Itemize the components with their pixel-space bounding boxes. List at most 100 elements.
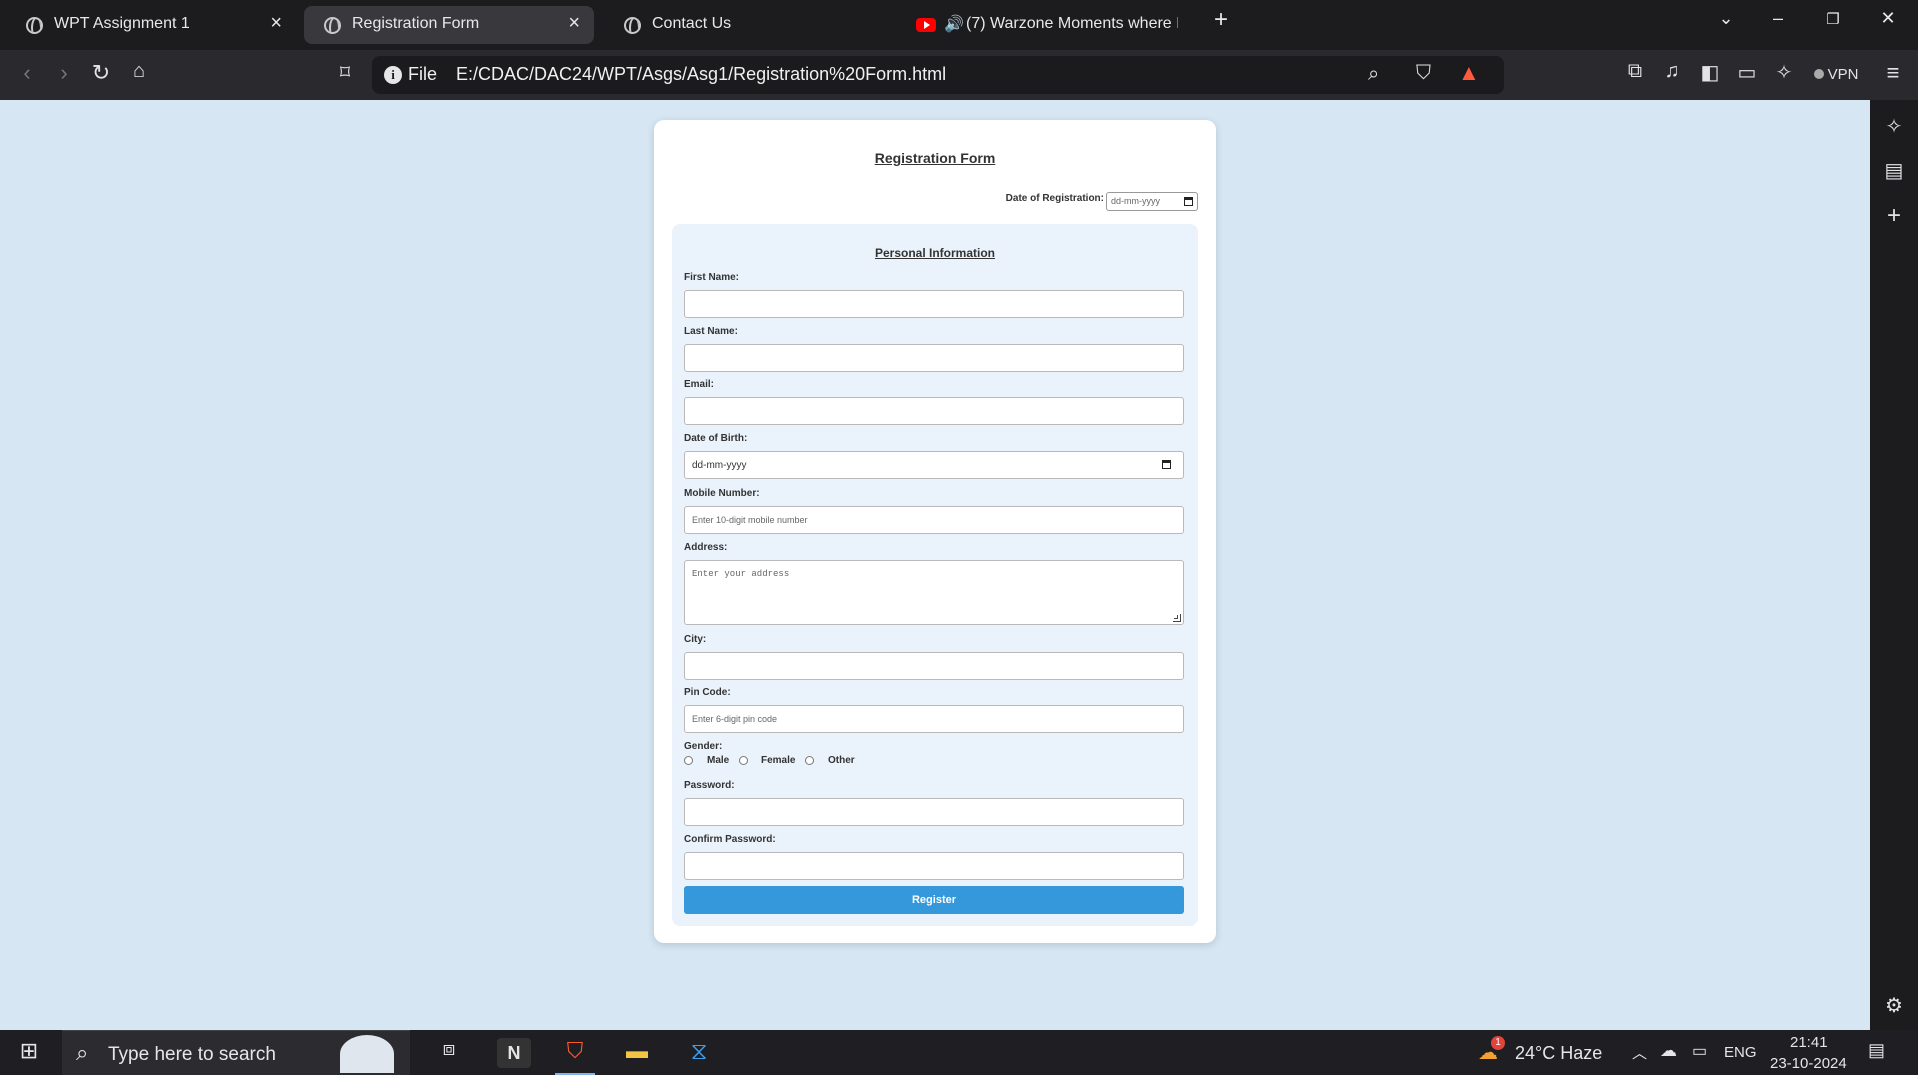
- calendar-icon[interactable]: [1162, 460, 1171, 469]
- minimize-button[interactable]: –: [1763, 8, 1793, 29]
- bookmark-icon[interactable]: ⌑: [330, 60, 360, 85]
- url-scheme-label: File: [408, 64, 438, 84]
- clock-date[interactable]: 23-10-2024: [1770, 1055, 1847, 1072]
- add-sidebar-icon[interactable]: +: [1870, 202, 1918, 230]
- weather-text[interactable]: 24°C Haze: [1515, 1043, 1602, 1064]
- battery-icon[interactable]: ▭: [1692, 1041, 1707, 1061]
- registration-date-placeholder: dd-mm-yyyy: [1111, 196, 1160, 206]
- close-window-button[interactable]: ✕: [1873, 8, 1903, 29]
- globe-icon: [324, 17, 341, 34]
- notion-app-icon[interactable]: N: [497, 1038, 531, 1068]
- vpn-button[interactable]: VPN: [1808, 62, 1864, 88]
- confirm-password-label: Confirm Password:: [684, 834, 776, 845]
- gender-other-label: Other: [828, 755, 855, 766]
- settings-gear-icon[interactable]: ⚙: [1870, 993, 1918, 1018]
- brave-app-icon[interactable]: ⛉: [558, 1038, 592, 1068]
- task-view-icon[interactable]: ⧈: [432, 1038, 466, 1068]
- password-label: Password:: [684, 780, 735, 791]
- gender-male-label: Male: [707, 755, 730, 766]
- youtube-icon: [916, 18, 936, 32]
- windows-taskbar: ⊞ ⌕ Type here to search ⧈ N ⛉ ▬ ⧖ ☁ 1 24…: [0, 1030, 1918, 1075]
- forward-button[interactable]: ›: [49, 60, 79, 86]
- last-name-input[interactable]: [684, 344, 1184, 372]
- email-label: Email:: [684, 379, 715, 390]
- language-indicator[interactable]: ENG: [1724, 1044, 1757, 1061]
- gender-other-radio[interactable]: [805, 756, 814, 765]
- windows-start-icon[interactable]: ⊞: [12, 1038, 46, 1068]
- registration-card: Registration Form Date of Registration: …: [654, 120, 1216, 943]
- clock-time[interactable]: 21:41: [1790, 1034, 1828, 1051]
- url-text[interactable]: E:/CDAC/DAC24/WPT/Asgs/Asg1/Registration…: [456, 64, 946, 85]
- tab-contact-us[interactable]: Contact Us: [604, 6, 894, 44]
- registration-date-input[interactable]: dd-mm-yyyy: [1106, 192, 1198, 211]
- register-button[interactable]: Register: [684, 886, 1184, 914]
- password-input[interactable]: [684, 798, 1184, 826]
- tab-title: (7) Warzone Moments where I c: [966, 15, 1178, 32]
- address-textarea[interactable]: Enter your address: [684, 560, 1184, 625]
- personal-information-section: Personal Information First Name: Last Na…: [672, 224, 1198, 926]
- mobile-label: Mobile Number:: [684, 488, 760, 499]
- onedrive-icon[interactable]: ☁: [1660, 1041, 1677, 1061]
- tab-title: WPT Assignment 1: [54, 15, 190, 32]
- browser-tab-strip: WPT Assignment 1 × Registration Form × C…: [0, 0, 1918, 50]
- home-button[interactable]: ⌂: [124, 60, 154, 83]
- calendar-icon[interactable]: [1184, 197, 1193, 206]
- extensions-icon[interactable]: ⧉: [1620, 60, 1650, 83]
- address-bar[interactable]: i File E:/CDAC/DAC24/WPT/Asgs/Asg1/Regis…: [372, 56, 1504, 94]
- tab-wpt-assignment[interactable]: WPT Assignment 1 ×: [6, 6, 296, 44]
- resize-handle-icon[interactable]: [1173, 614, 1181, 622]
- reading-list-icon[interactable]: ▤: [1870, 158, 1918, 183]
- notifications-icon[interactable]: ▤: [1868, 1040, 1885, 1061]
- leo-sidebar-icon[interactable]: ✧: [1870, 114, 1918, 139]
- vscode-app-icon[interactable]: ⧖: [682, 1038, 716, 1068]
- first-name-input[interactable]: [684, 290, 1184, 318]
- zoom-icon[interactable]: ⌕: [1368, 63, 1379, 86]
- globe-icon: [26, 17, 43, 34]
- confirm-password-input[interactable]: [684, 852, 1184, 880]
- search-icon: ⌕: [76, 1040, 89, 1065]
- dob-input[interactable]: dd-mm-yyyy: [684, 451, 1184, 479]
- registration-date-label: Date of Registration:: [1005, 193, 1104, 204]
- tab-search-chevron-icon[interactable]: ⌄: [1711, 8, 1741, 29]
- dob-label: Date of Birth:: [684, 433, 748, 444]
- close-tab-icon[interactable]: ×: [270, 12, 282, 35]
- tray-chevron-icon[interactable]: ︿: [1632, 1042, 1647, 1063]
- wallet-icon[interactable]: ▭: [1732, 60, 1762, 85]
- dob-placeholder: dd-mm-yyyy: [692, 460, 747, 471]
- info-icon[interactable]: i: [384, 66, 402, 84]
- restore-button[interactable]: ❐: [1818, 10, 1848, 28]
- new-tab-button[interactable]: +: [1206, 6, 1236, 34]
- city-input[interactable]: [684, 652, 1184, 680]
- reload-button[interactable]: ↻: [86, 60, 116, 86]
- pincode-input[interactable]: Enter 6-digit pin code: [684, 705, 1184, 733]
- vpn-dot-icon: [1813, 69, 1824, 79]
- address-placeholder: Enter your address: [692, 569, 790, 579]
- brave-rewards-icon[interactable]: ▲: [1458, 60, 1480, 86]
- gender-female-radio[interactable]: [739, 756, 748, 765]
- vpn-label: VPN: [1827, 66, 1859, 83]
- leo-ai-icon[interactable]: ✧: [1769, 60, 1799, 85]
- search-placeholder: Type here to search: [108, 1044, 276, 1065]
- close-tab-icon[interactable]: ×: [568, 12, 580, 35]
- media-icon[interactable]: ♫: [1657, 60, 1687, 83]
- email-input[interactable]: [684, 397, 1184, 425]
- mobile-input[interactable]: Enter 10-digit mobile number: [684, 506, 1184, 534]
- brave-shields-icon[interactable]: ⛉: [1416, 62, 1431, 85]
- search-highlight-image: [340, 1035, 394, 1073]
- tab-youtube-warzone[interactable]: 🔊 (7) Warzone Moments where I c: [902, 6, 1192, 44]
- file-explorer-icon[interactable]: ▬: [620, 1038, 654, 1068]
- sidebar-toggle-icon[interactable]: ◧: [1695, 60, 1725, 85]
- section-title: Personal Information: [874, 246, 996, 260]
- gender-male-radio[interactable]: [684, 756, 693, 765]
- globe-icon: [624, 17, 641, 34]
- taskbar-search-box[interactable]: ⌕ Type here to search: [62, 1030, 410, 1075]
- back-button[interactable]: ‹: [12, 60, 42, 86]
- first-name-label: First Name:: [684, 272, 740, 283]
- tab-title: Registration Form: [352, 15, 480, 32]
- city-label: City:: [684, 634, 707, 645]
- address-label: Address:: [684, 542, 728, 553]
- speaker-icon[interactable]: 🔊: [944, 14, 964, 34]
- menu-icon[interactable]: ≡: [1878, 60, 1908, 86]
- tab-registration-form[interactable]: Registration Form ×: [304, 6, 594, 44]
- browser-side-panel: ✧ ▤ + ⚙: [1870, 100, 1918, 1030]
